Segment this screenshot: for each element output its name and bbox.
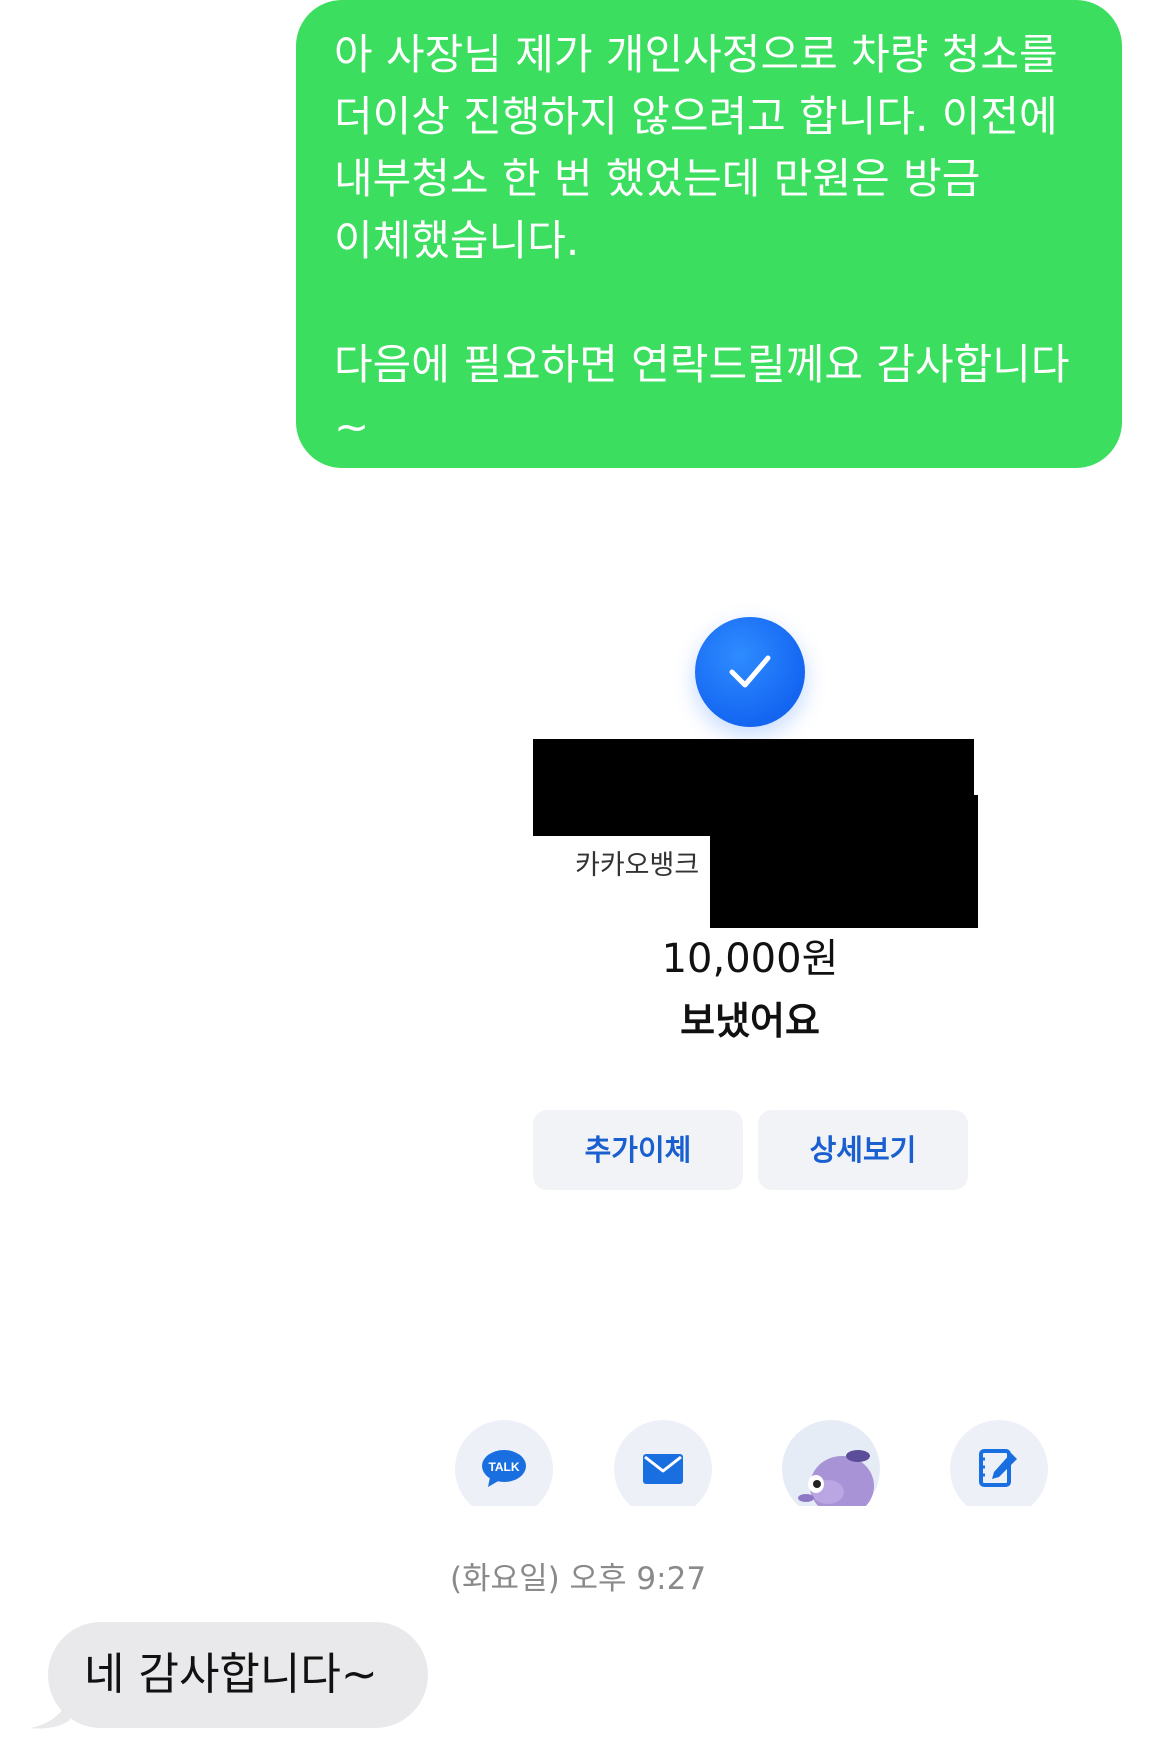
memo-button[interactable]	[950, 1420, 1048, 1506]
kakao-talk-button[interactable]: TALK	[455, 1420, 553, 1506]
sent-message-bubble[interactable]: 아 사장님 제가 개인사정으로 차량 청소를 더이상 진행하지 않으려고 합니다…	[296, 0, 1122, 468]
transfer-card: 카카오뱅크 10,000원 보냈어요 추가이체 상세보기	[520, 600, 1000, 1200]
mail-button[interactable]	[614, 1420, 712, 1506]
bank-name: 카카오뱅크	[575, 850, 700, 881]
redaction-block	[710, 795, 978, 928]
timestamp-text: (화요일) 오후 9:27	[449, 1561, 707, 1597]
talk-icon: TALK	[482, 1450, 526, 1487]
mail-icon	[643, 1454, 683, 1484]
check-icon	[729, 655, 771, 688]
transfer-amount: 10,000원	[661, 936, 839, 982]
details-button[interactable]: 상세보기	[758, 1110, 968, 1190]
character-avatar-icon	[798, 1450, 874, 1506]
received-message-bubble[interactable]: 네 감사합니다~	[48, 1622, 428, 1728]
character-button[interactable]	[782, 1420, 880, 1506]
share-icon-row: TALK	[450, 1420, 1070, 1506]
transfer-status: 보냈어요	[680, 999, 820, 1043]
svg-text:TALK: TALK	[488, 1460, 519, 1474]
check-badge	[695, 617, 805, 727]
edit-icon	[979, 1449, 1017, 1487]
message-timestamp: (화요일) 오후 9:27	[0, 1553, 1156, 1598]
add-transfer-button[interactable]: 추가이체	[533, 1110, 743, 1190]
